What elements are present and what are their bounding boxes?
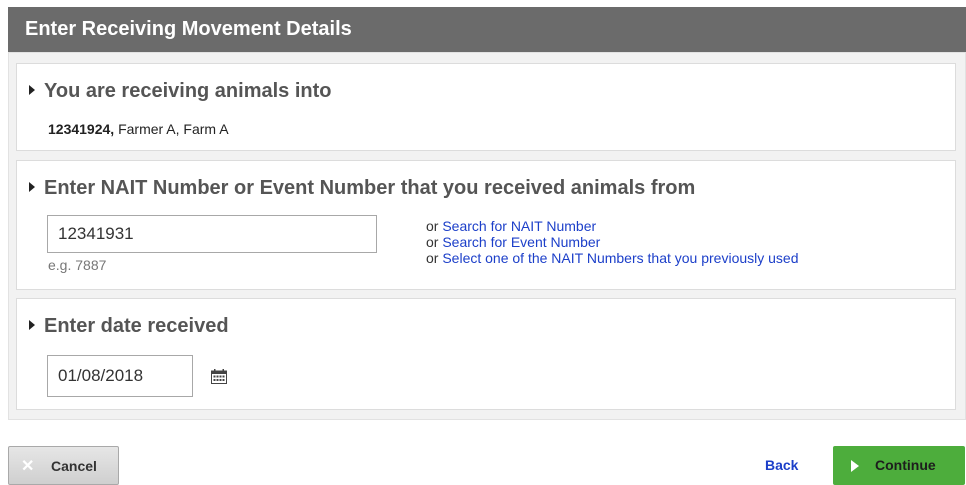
cancel-button[interactable]: ✕ Cancel (8, 446, 119, 485)
page-title: Enter Receiving Movement Details (8, 7, 966, 52)
caret-right-icon (29, 182, 35, 192)
calendar-icon[interactable] (211, 369, 227, 384)
or-text: or (426, 250, 439, 266)
select-previous-nait-link[interactable]: Select one of the NAIT Numbers that you … (442, 250, 798, 266)
or-text: or (426, 234, 439, 250)
source-heading: Enter NAIT Number or Event Number that y… (29, 177, 695, 200)
search-links: or Search for NAIT Number or Search for … (426, 218, 799, 266)
receiving-heading-text: You are receiving animals into (44, 80, 332, 102)
search-event-number-link[interactable]: Search for Event Number (442, 234, 600, 250)
date-heading: Enter date received (29, 315, 229, 338)
close-icon: ✕ (21, 458, 35, 475)
cancel-label: Cancel (51, 458, 97, 474)
caret-right-icon (29, 320, 35, 330)
farm-details: 12341924, Farmer A, Farm A (48, 121, 229, 137)
continue-label: Continue (875, 457, 936, 473)
nait-number-hint: e.g. 7887 (48, 257, 107, 273)
play-arrow-icon (851, 460, 859, 472)
farm-name: Farmer A, Farm A (118, 121, 229, 137)
source-heading-text: Enter NAIT Number or Event Number that y… (44, 177, 696, 199)
date-received-input[interactable] (47, 355, 193, 397)
farm-nait-number: 12341924, (48, 121, 115, 137)
nait-number-input[interactable] (47, 215, 377, 253)
continue-button[interactable]: Continue (833, 446, 965, 485)
receiving-heading: You are receiving animals into (29, 80, 332, 103)
search-nait-number-link[interactable]: Search for NAIT Number (442, 218, 596, 234)
caret-right-icon (29, 85, 35, 95)
source-panel: Enter NAIT Number or Event Number that y… (16, 160, 956, 290)
receiving-panel: You are receiving animals into 12341924,… (16, 63, 956, 151)
date-heading-text: Enter date received (44, 315, 229, 337)
back-link[interactable]: Back (765, 457, 798, 473)
date-panel: Enter date received (16, 298, 956, 410)
or-text: or (426, 218, 439, 234)
